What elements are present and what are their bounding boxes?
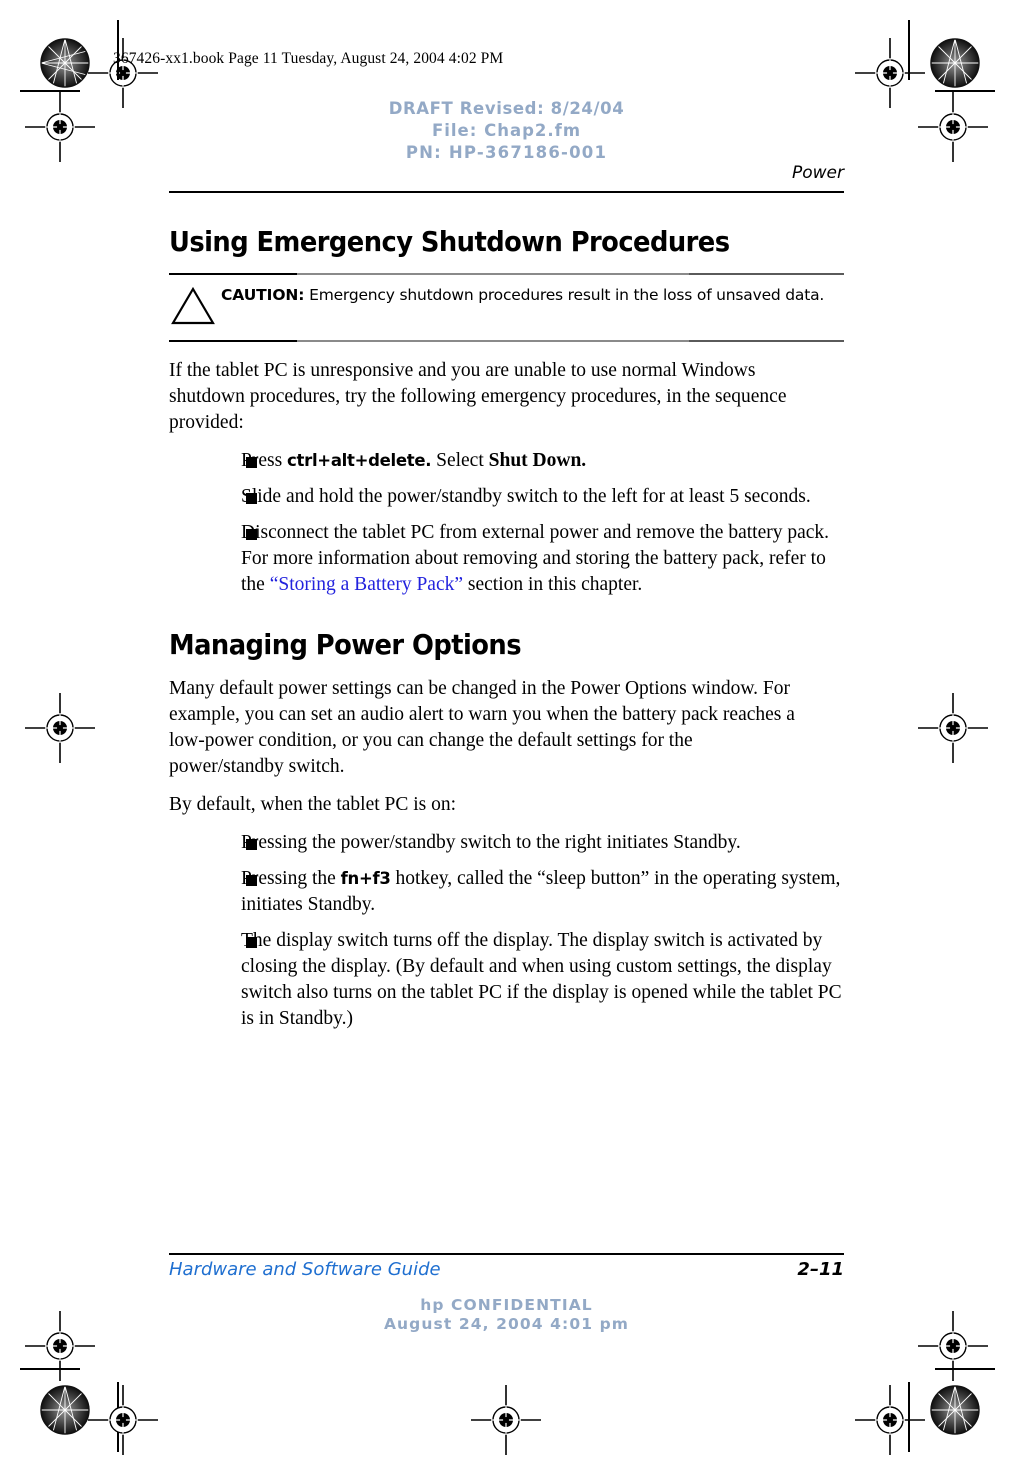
running-head-chapter: Power	[791, 163, 844, 183]
default-behaviour-list: Pressing the power/standby switch to the…	[169, 830, 849, 1032]
caution-bottom-rule	[169, 340, 844, 342]
list-item-text: Pressing the fn+f3 hotkey, called the “s…	[241, 868, 841, 915]
list-item-text: Slide and hold the power/standby switch …	[241, 486, 811, 507]
list-item: Press ctrl+alt+delete. Select Shut Down.	[169, 448, 849, 474]
square-bullet-icon	[246, 493, 257, 504]
warning-triangle-icon	[171, 286, 217, 331]
trim-line-bottom-left-vertical	[117, 1382, 119, 1452]
rosette-mark-bottom-right	[930, 1385, 980, 1435]
list-item-text: Pressing the power/standby switch to the…	[241, 832, 741, 853]
trim-line-top-right-vertical	[908, 20, 910, 80]
section-heading-emergency-shutdown: Using Emergency Shutdown Procedures	[169, 225, 730, 258]
emergency-procedures-list: Press ctrl+alt+delete. Select Shut Down.…	[169, 448, 849, 598]
square-bullet-icon	[246, 875, 257, 886]
confidential-stamp: hp CONFIDENTIAL August 24, 2004 4:01 pm	[0, 1296, 1013, 1334]
paragraph-by-default: By default, when the tablet PC is on:	[169, 794, 457, 815]
section-heading-managing-power-options: Managing Power Options	[169, 628, 522, 661]
rosette-mark-bottom-left	[40, 1385, 90, 1435]
crosshair-mark-bottom-left	[88, 1385, 158, 1455]
square-bullet-icon	[246, 457, 257, 468]
crosshair-mark-bottom-right	[855, 1385, 925, 1455]
list-item-text: Disconnect the tablet PC from external p…	[241, 522, 830, 595]
trim-line-bottom-left-horizontal	[20, 1368, 80, 1370]
caution-label: CAUTION:	[221, 286, 305, 304]
draft-revision-stamp: DRAFT Revised: 8/24/04 File: Chap2.fm PN…	[0, 98, 1013, 164]
list-item: Pressing the fn+f3 hotkey, called the “s…	[169, 866, 849, 918]
list-item: The display switch turns off the display…	[169, 928, 849, 1032]
rosette-mark-top-left	[40, 38, 90, 88]
square-bullet-icon	[246, 937, 257, 948]
draft-file-line: File: Chap2.fm	[431, 121, 582, 140]
confidential-timestamp: August 24, 2004 4:01 pm	[383, 1315, 630, 1333]
trim-line-bottom-right-horizontal	[935, 1368, 995, 1370]
rosette-mark-top-right	[930, 38, 980, 88]
footer-guide-title: Hardware and Software Guide	[169, 1259, 441, 1280]
square-bullet-icon	[246, 529, 257, 540]
trim-line-bottom-right-vertical	[908, 1382, 910, 1452]
intro-paragraph-emergency: If the tablet PC is unresponsive and you…	[169, 360, 787, 433]
draft-partnumber-line: PN: HP-367186-001	[405, 143, 608, 162]
confidential-label: hp CONFIDENTIAL	[420, 1296, 593, 1314]
caution-body: Emergency shutdown procedures result in …	[304, 286, 825, 304]
paragraph-power-options: Many default power settings can be chang…	[169, 678, 795, 777]
page-number: 2–11	[797, 1259, 844, 1280]
square-bullet-icon	[246, 839, 257, 850]
trim-line-top-left-horizontal	[20, 90, 80, 92]
draft-revision-line: DRAFT Revised: 8/24/04	[388, 99, 625, 118]
trim-line-top-right-horizontal	[935, 90, 995, 92]
header-divider-rule	[169, 191, 844, 193]
book-file-header: 367426-xx1.book Page 11 Tuesday, August …	[113, 50, 504, 67]
list-item: Disconnect the tablet PC from external p…	[169, 520, 849, 598]
footer-divider-rule	[169, 1253, 844, 1255]
caution-text: CAUTION: Emergency shutdown procedures r…	[221, 284, 824, 306]
list-item: Pressing the power/standby switch to the…	[169, 830, 849, 856]
list-item-text: The display switch turns off the display…	[241, 930, 842, 1029]
list-item-text: Press ctrl+alt+delete. Select Shut Down.	[241, 450, 587, 471]
crosshair-mark-middle-left	[25, 693, 95, 763]
crosshair-mark-bottom-center	[471, 1385, 541, 1455]
caution-note: CAUTION: Emergency shutdown procedures r…	[169, 273, 849, 342]
list-item: Slide and hold the power/standby switch …	[169, 484, 849, 510]
crosshair-mark-middle-right	[918, 693, 988, 763]
page-content: Using Emergency Shutdown Procedures CAUT…	[169, 225, 849, 1042]
